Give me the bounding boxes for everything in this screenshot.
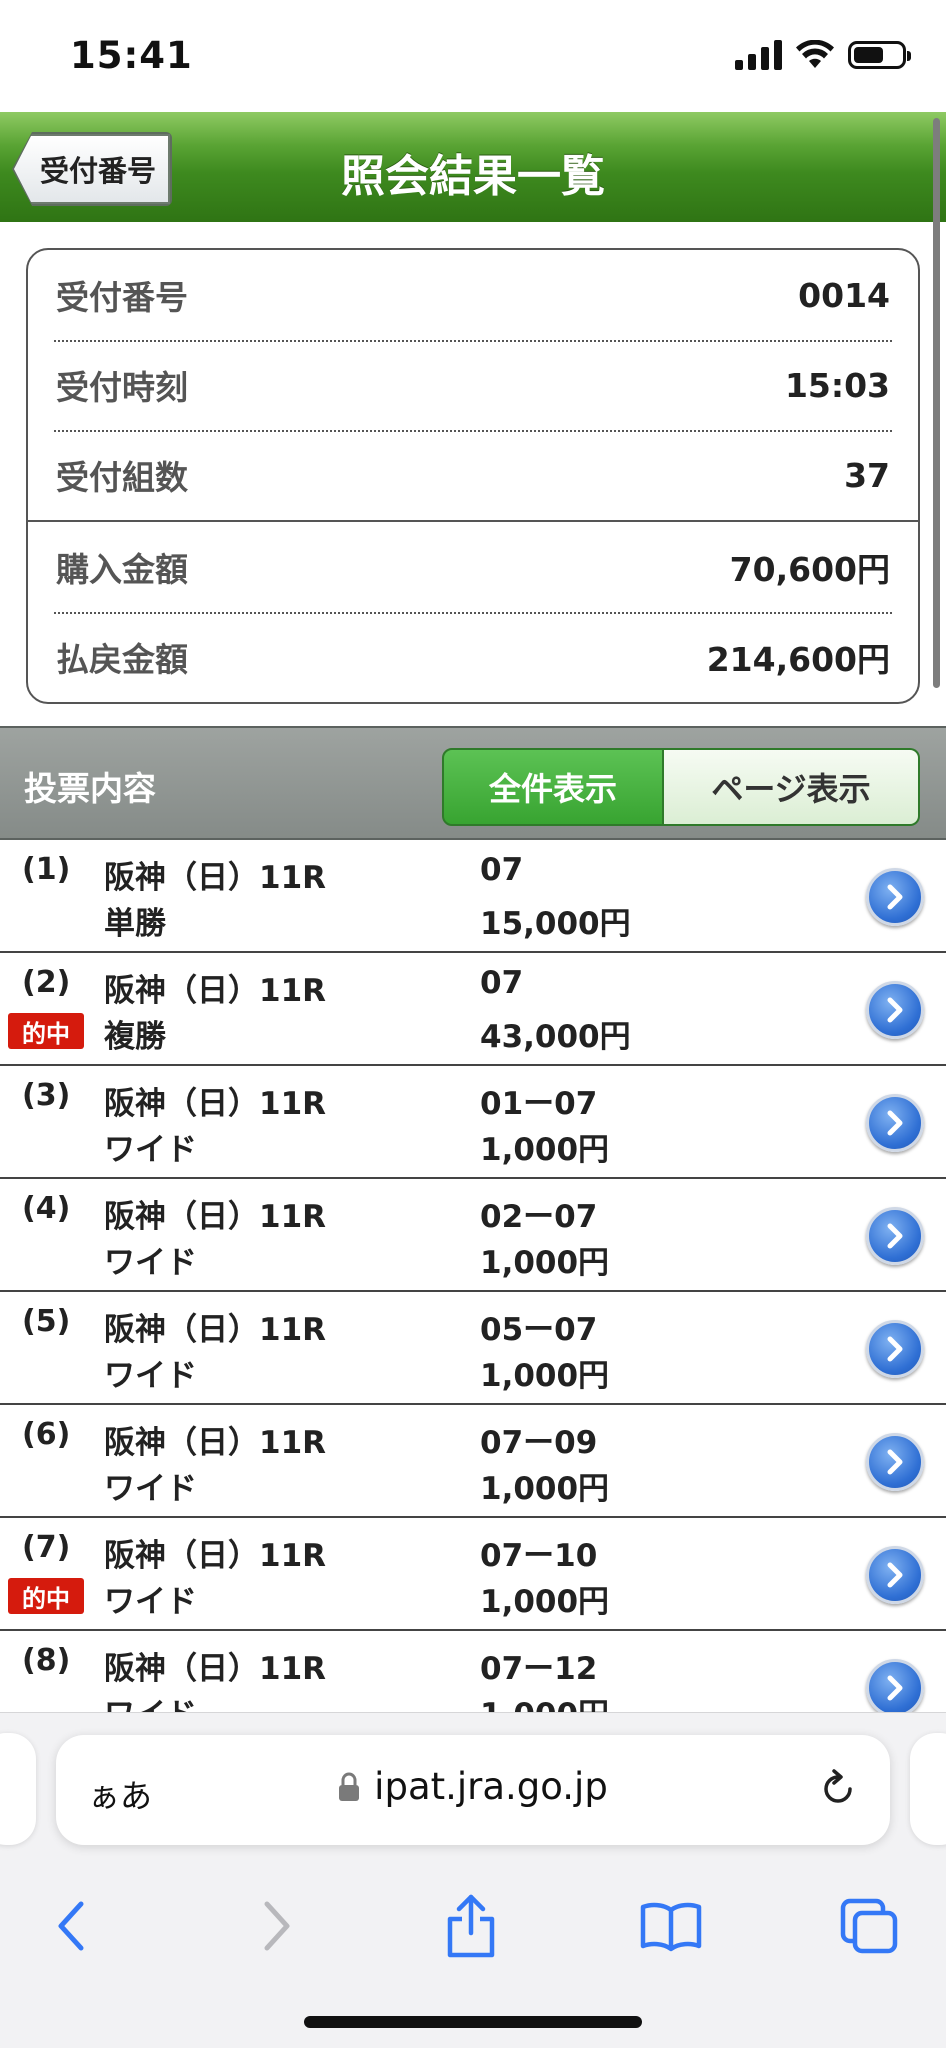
reload-button[interactable] xyxy=(816,1767,860,1815)
bet-row[interactable]: (5) 阪神（日）11R ワイド 05ー07 1,000円 xyxy=(0,1292,946,1405)
address-bar[interactable]: ぁあ ipat.jra.go.jp xyxy=(56,1735,890,1845)
bookmarks-button[interactable] xyxy=(636,1891,706,1961)
bet-row[interactable]: (6) 阪神（日）11R ワイド 07ー09 1,000円 xyxy=(0,1405,946,1518)
detail-chevron-button[interactable] xyxy=(866,1094,924,1152)
summary-row-payout-amount: 払戻金額 214,600円 xyxy=(56,640,890,679)
detail-chevron-button[interactable] xyxy=(866,1659,924,1712)
previous-tab-preview[interactable] xyxy=(0,1733,36,1845)
detail-chevron-button[interactable] xyxy=(866,1320,924,1378)
bet-row[interactable]: (3) 阪神（日）11R ワイド 01ー07 1,000円 xyxy=(0,1066,946,1179)
book-icon xyxy=(640,1902,702,1952)
bet-list: (1) 阪神（日）11R 単勝 07 15,000円 (2) 的中 阪神（日）1… xyxy=(0,840,946,1712)
app-header: 受付番号 照会結果一覧 xyxy=(0,112,946,222)
battery-icon xyxy=(848,41,911,69)
cellular-signal-icon xyxy=(735,40,782,70)
tabs-button[interactable] xyxy=(834,1891,904,1961)
chevron-right-icon xyxy=(887,1562,903,1588)
detail-chevron-button[interactable] xyxy=(866,981,924,1039)
bet-row[interactable]: (2) 的中 阪神（日）11R 複勝 07 43,000円 xyxy=(0,953,946,1066)
hit-badge: 的中 xyxy=(8,1578,84,1614)
browser-bottom-bar: ぁあ ipat.jra.go.jp xyxy=(0,1712,946,2048)
chevron-right-icon xyxy=(887,1336,903,1362)
browser-toolbar xyxy=(0,1873,946,1973)
wifi-icon xyxy=(796,40,834,68)
status-bar: 15:41 xyxy=(0,0,946,112)
next-tab-preview[interactable] xyxy=(910,1733,946,1845)
bet-row[interactable]: (8) 阪神（日）11R ワイド 07ー12 1,000円 xyxy=(0,1631,946,1712)
show-all-button[interactable]: 全件表示 xyxy=(442,748,664,826)
chevron-right-icon xyxy=(887,1675,903,1701)
back-nav-button[interactable] xyxy=(38,1891,108,1961)
chevron-right-icon xyxy=(887,1223,903,1249)
status-icons xyxy=(735,40,911,70)
detail-chevron-button[interactable] xyxy=(866,1433,924,1491)
lock-icon xyxy=(339,1772,360,1801)
page-view-button[interactable]: ページ表示 xyxy=(664,748,920,826)
detail-chevron-button[interactable] xyxy=(866,868,924,926)
bet-row[interactable]: (4) 阪神（日）11R ワイド 02ー07 1,000円 xyxy=(0,1179,946,1292)
reload-icon xyxy=(824,1769,852,1803)
home-indicator xyxy=(304,2016,642,2028)
chevron-right-icon xyxy=(887,884,903,910)
hit-badge: 的中 xyxy=(8,1013,84,1049)
scrollbar[interactable] xyxy=(933,118,940,688)
summary-row-set-count: 受付組数 37 xyxy=(56,455,890,498)
bet-contents-bar: 投票内容 全件表示 ページ表示 xyxy=(0,726,946,840)
share-icon xyxy=(447,1894,495,1958)
status-time: 15:41 xyxy=(70,34,193,77)
bet-row[interactable]: (7) 的中 阪神（日）11R ワイド 07ー10 1,000円 xyxy=(0,1518,946,1631)
tabs-icon xyxy=(840,1898,898,1954)
chevron-left-icon xyxy=(58,1901,84,1951)
detail-chevron-button[interactable] xyxy=(866,1546,924,1604)
section-label: 投票内容 xyxy=(24,769,156,808)
detail-chevron-button[interactable] xyxy=(866,1207,924,1265)
summary-card: 受付番号 0014 受付時刻 15:03 受付組数 37 購入金額 70,600… xyxy=(26,248,920,704)
bet-row[interactable]: (1) 阪神（日）11R 単勝 07 15,000円 xyxy=(0,840,946,953)
chevron-right-icon xyxy=(887,1449,903,1475)
share-button[interactable] xyxy=(436,1891,506,1961)
chevron-right-icon xyxy=(887,997,903,1023)
url-text: ipat.jra.go.jp xyxy=(374,1765,608,1808)
summary-row-reception-time: 受付時刻 15:03 xyxy=(56,365,890,408)
summary-row-purchase-amount: 購入金額 70,600円 xyxy=(56,550,890,589)
page-title: 照会結果一覧 xyxy=(341,151,605,202)
chevron-right-icon xyxy=(264,1901,290,1951)
forward-nav-button[interactable] xyxy=(240,1891,310,1961)
summary-row-reception-number: 受付番号 0014 xyxy=(56,275,890,318)
chevron-right-icon xyxy=(887,1110,903,1136)
